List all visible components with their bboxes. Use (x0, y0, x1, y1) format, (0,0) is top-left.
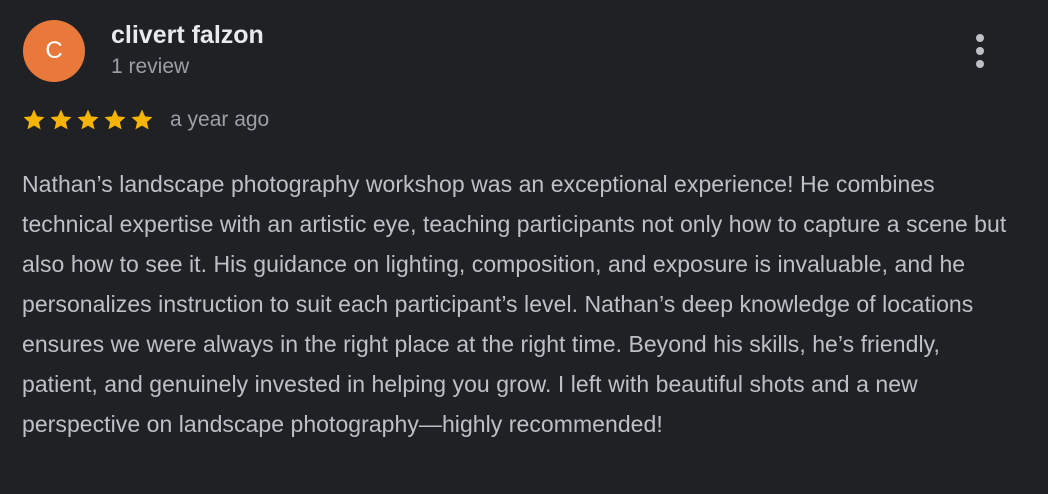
review-text: Nathan’s landscape photography workshop … (22, 171, 1007, 437)
more-vert-icon (976, 34, 984, 42)
avatar[interactable]: C (23, 20, 85, 82)
star-icon (104, 109, 126, 130)
star-icon (131, 109, 153, 130)
reviewer-review-count: 1 review (111, 55, 190, 78)
reviewer-name[interactable]: clivert falzon (111, 20, 264, 50)
more-vert-icon-dot (976, 60, 984, 68)
star-icon (23, 109, 45, 130)
review-card: C clivert falzon 1 review a year ago Nat… (0, 0, 1048, 494)
more-options-button[interactable] (962, 30, 998, 72)
star-icon (50, 109, 72, 130)
star-rating (22, 108, 154, 132)
more-vert-icon-dot (976, 47, 984, 55)
rating-row: a year ago (22, 104, 269, 136)
review-time: a year ago (170, 108, 270, 131)
star-icon (77, 109, 99, 130)
